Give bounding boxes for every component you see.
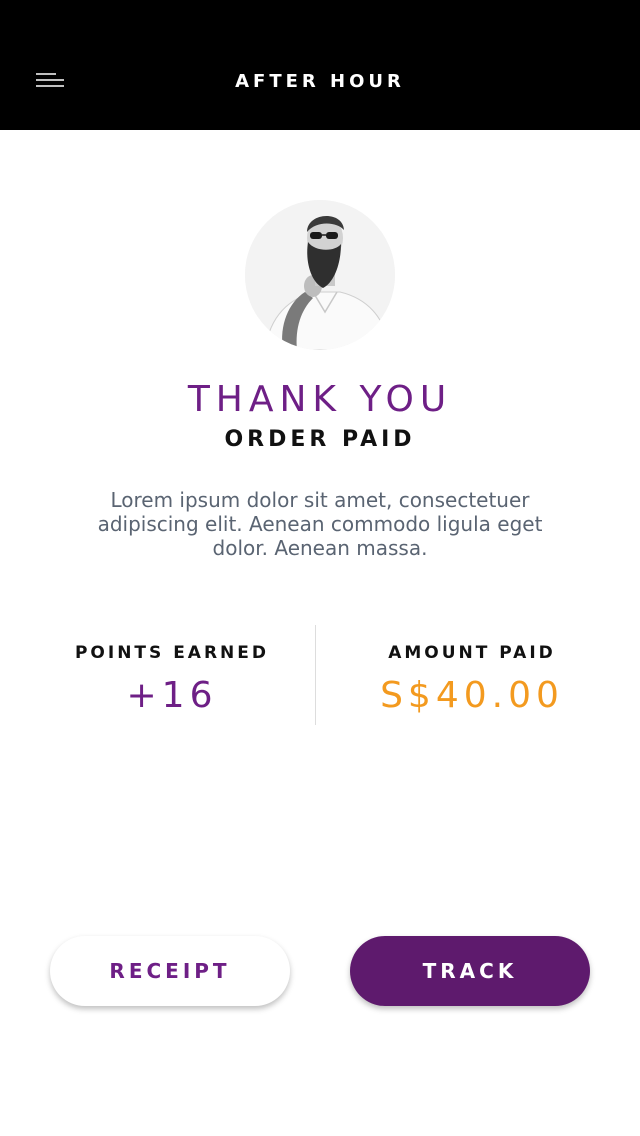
points-earned-label: POINTS EARNED <box>74 643 270 663</box>
amount-paid-stat: AMOUNT PAID S$40.00 <box>322 640 622 718</box>
confirmation-description: Lorem ipsum dolor sit amet, consectetuer… <box>97 488 543 560</box>
track-button[interactable]: TRACK <box>350 936 590 1006</box>
stat-divider <box>315 625 316 725</box>
points-earned-stat: POINTS EARNED +16 <box>22 640 322 718</box>
receipt-button[interactable]: RECEIPT <box>50 936 290 1006</box>
avatar <box>245 200 395 350</box>
app-title: AFTER HOUR <box>235 71 405 92</box>
amount-paid-label: AMOUNT PAID <box>388 643 556 663</box>
top-app-bar: AFTER HOUR <box>0 0 640 130</box>
amount-paid-value: S$40.00 <box>380 675 564 716</box>
points-earned-value: +16 <box>126 675 218 716</box>
thank-you-heading: THANK YOU <box>187 379 453 420</box>
order-paid-subheading: ORDER PAID <box>224 427 416 452</box>
